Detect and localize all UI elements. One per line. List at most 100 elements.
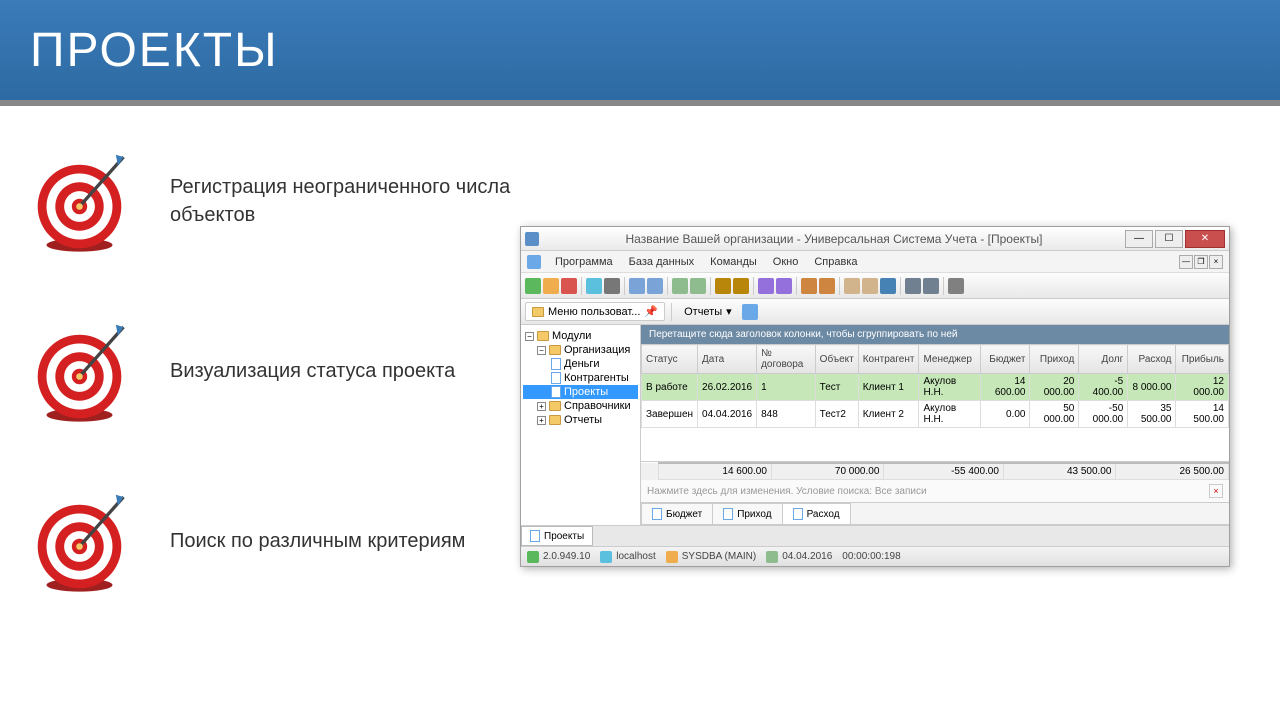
group-hint[interactable]: Перетащите сюда заголовок колонки, чтобы… bbox=[641, 325, 1229, 344]
search-icon[interactable] bbox=[604, 278, 620, 294]
total-expense: 43 500.00 bbox=[1003, 463, 1116, 480]
tree-item-contragents[interactable]: Контрагенты bbox=[523, 371, 638, 385]
export-icon[interactable] bbox=[880, 278, 896, 294]
host-icon bbox=[600, 551, 612, 563]
mdi-min-button[interactable]: — bbox=[1179, 255, 1193, 269]
version-icon bbox=[527, 551, 539, 563]
col-income[interactable]: Приход bbox=[1030, 345, 1079, 374]
add-icon[interactable] bbox=[525, 278, 541, 294]
maximize-button[interactable]: ☐ bbox=[1155, 230, 1183, 248]
total-debt: -55 400.00 bbox=[884, 463, 1004, 480]
col-manager[interactable]: Менеджер bbox=[919, 345, 980, 374]
cell: Клиент 1 bbox=[858, 374, 919, 401]
tree-item-money[interactable]: Деньги bbox=[523, 357, 638, 371]
settings-icon[interactable] bbox=[948, 278, 964, 294]
folder-open-icon[interactable] bbox=[733, 278, 749, 294]
cell: -50 000.00 bbox=[1079, 401, 1128, 428]
col-date[interactable]: Дата bbox=[698, 345, 757, 374]
col-number[interactable]: № договора bbox=[757, 345, 816, 374]
print-icon[interactable] bbox=[905, 278, 921, 294]
statusbar: 2.0.949.10 localhost SYSDBA (MAIN) 04.04… bbox=[521, 546, 1229, 566]
subtab-expense[interactable]: Расход bbox=[782, 503, 851, 524]
feature-text: Поиск по различным критериям bbox=[170, 527, 465, 555]
folder-icon bbox=[549, 401, 561, 411]
cell: 50 000.00 bbox=[1030, 401, 1079, 428]
status-version: 2.0.949.10 bbox=[543, 551, 590, 562]
collapse-icon[interactable]: − bbox=[537, 346, 546, 355]
key-icon[interactable] bbox=[862, 278, 878, 294]
help-icon[interactable] bbox=[742, 304, 758, 320]
minimize-button[interactable]: — bbox=[1125, 230, 1153, 248]
app-icon bbox=[525, 232, 539, 246]
lock-icon[interactable] bbox=[844, 278, 860, 294]
filter-text: Нажмите здесь для изменения. Условие пои… bbox=[647, 486, 927, 497]
menu-commands[interactable]: Команды bbox=[702, 256, 765, 268]
titlebar[interactable]: Название Вашей организации - Универсальн… bbox=[521, 227, 1229, 251]
data-grid[interactable]: Статус Дата № договора Объект Контрагент… bbox=[641, 344, 1229, 428]
sort-icon[interactable] bbox=[776, 278, 792, 294]
col-expense[interactable]: Расход bbox=[1128, 345, 1176, 374]
preview-icon[interactable] bbox=[923, 278, 939, 294]
col-profit[interactable]: Прибыль bbox=[1176, 345, 1229, 374]
subtab-budget[interactable]: Бюджет bbox=[641, 503, 713, 524]
menu-program[interactable]: Программа bbox=[547, 256, 621, 268]
paste-icon[interactable] bbox=[647, 278, 663, 294]
tree-label: Организация bbox=[564, 344, 630, 356]
mdi-close-button[interactable]: × bbox=[1209, 255, 1223, 269]
cell: 20 000.00 bbox=[1030, 374, 1079, 401]
tool-icon[interactable] bbox=[801, 278, 817, 294]
expand-icon[interactable]: + bbox=[537, 416, 546, 425]
check-icon[interactable] bbox=[672, 278, 688, 294]
page-icon bbox=[530, 530, 540, 542]
close-button[interactable]: ✕ bbox=[1185, 230, 1225, 248]
undo-icon[interactable] bbox=[690, 278, 706, 294]
feature-text: Регистрация неограниченного числа объект… bbox=[170, 173, 520, 229]
menu-window[interactable]: Окно bbox=[765, 256, 807, 268]
delete-icon[interactable] bbox=[561, 278, 577, 294]
reports-dropdown[interactable]: Отчеты ▾ bbox=[678, 303, 738, 320]
status-time: 00:00:00:198 bbox=[842, 551, 900, 562]
menu-help[interactable]: Справка bbox=[806, 256, 865, 268]
user-menu-label: Меню пользоват... bbox=[548, 306, 640, 318]
subtab-income[interactable]: Приход bbox=[712, 503, 782, 524]
refresh-icon[interactable] bbox=[586, 278, 602, 294]
cell: Тест bbox=[815, 374, 858, 401]
col-budget[interactable]: Бюджет bbox=[980, 345, 1030, 374]
col-debt[interactable]: Долг bbox=[1079, 345, 1128, 374]
tree-item-projects[interactable]: Проекты bbox=[523, 385, 638, 399]
tree-refs[interactable]: + Справочники bbox=[523, 399, 638, 413]
collapse-icon[interactable]: − bbox=[525, 332, 534, 341]
user-menu-button[interactable]: Меню пользоват... 📌 bbox=[525, 302, 665, 321]
feature-text: Визуализация статуса проекта bbox=[170, 357, 455, 385]
totals-row: 14 600.00 70 000.00 -55 400.00 43 500.00… bbox=[641, 462, 1229, 480]
expand-icon[interactable]: + bbox=[537, 402, 546, 411]
table-row[interactable]: В работе 26.02.2016 1 Тест Клиент 1 Акул… bbox=[642, 374, 1229, 401]
col-contragent[interactable]: Контрагент bbox=[858, 345, 919, 374]
tree-org[interactable]: − Организация bbox=[523, 343, 638, 357]
cell: 04.04.2016 bbox=[698, 401, 757, 428]
cell: -5 400.00 bbox=[1079, 374, 1128, 401]
table-row[interactable]: Завершен 04.04.2016 848 Тест2 Клиент 2 А… bbox=[642, 401, 1229, 428]
folder-icon[interactable] bbox=[715, 278, 731, 294]
menubar: Программа База данных Команды Окно Справ… bbox=[521, 251, 1229, 273]
target-icon bbox=[30, 146, 140, 256]
menu-database[interactable]: База данных bbox=[621, 256, 703, 268]
filter-bar[interactable]: Нажмите здесь для изменения. Условие пои… bbox=[641, 480, 1229, 503]
wrench-icon[interactable] bbox=[819, 278, 835, 294]
slide-title: ПРОЕКТЫ bbox=[30, 23, 279, 78]
copy-icon[interactable] bbox=[629, 278, 645, 294]
page-icon bbox=[551, 358, 561, 370]
col-object[interactable]: Объект bbox=[815, 345, 858, 374]
header-row[interactable]: Статус Дата № договора Объект Контрагент… bbox=[642, 345, 1229, 374]
col-status[interactable]: Статус bbox=[642, 345, 698, 374]
mdi-restore-button[interactable]: ❐ bbox=[1194, 255, 1208, 269]
tree-reports[interactable]: + Отчеты bbox=[523, 413, 638, 427]
cell: 0.00 bbox=[980, 401, 1030, 428]
tree-root[interactable]: − Модули bbox=[523, 329, 638, 343]
tab-projects[interactable]: Проекты bbox=[521, 526, 593, 546]
filter-icon[interactable] bbox=[758, 278, 774, 294]
window-title: Название Вашей организации - Универсальн… bbox=[545, 232, 1123, 246]
cell: Тест2 bbox=[815, 401, 858, 428]
edit-icon[interactable] bbox=[543, 278, 559, 294]
clear-filter-icon[interactable]: × bbox=[1209, 484, 1223, 498]
